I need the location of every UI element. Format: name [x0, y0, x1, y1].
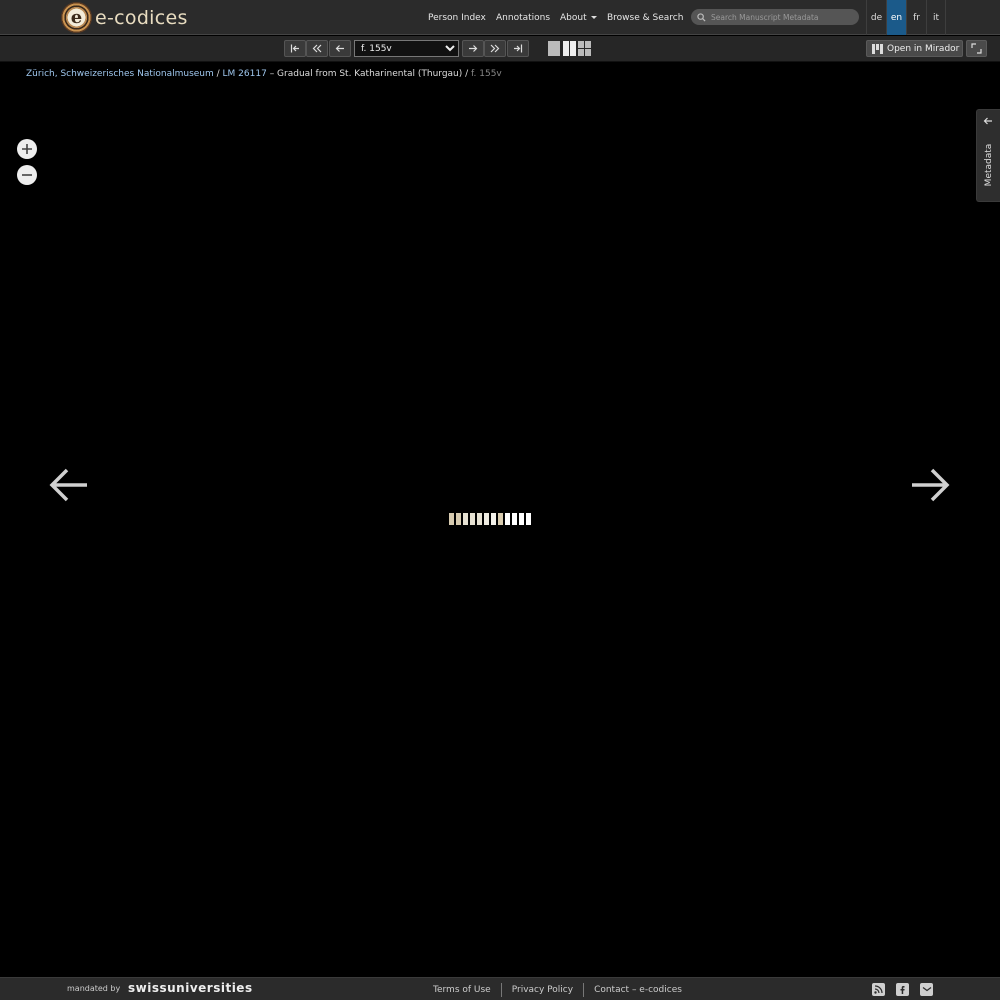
search-icon — [697, 12, 706, 22]
loader-block — [491, 513, 496, 525]
double-left-icon — [312, 44, 322, 53]
footer-links: Terms of Use Privacy Policy Contact – e-… — [433, 978, 682, 1000]
breadcrumb-library-link[interactable]: Zürich, Schweizerisches Nationalmuseum — [26, 69, 214, 79]
lang-en[interactable]: en — [886, 0, 906, 35]
logo-emblem-icon: e — [61, 2, 92, 33]
contact-link[interactable]: Contact – e-codices — [594, 985, 682, 995]
arrow-left-icon — [983, 117, 992, 125]
fullscreen-icon — [971, 43, 982, 54]
arrow-right-icon — [912, 468, 950, 502]
mail-icon[interactable] — [920, 983, 933, 996]
nav-about-dropdown[interactable]: About — [560, 0, 597, 35]
search-input[interactable] — [711, 12, 851, 22]
zoom-in-button[interactable] — [17, 139, 37, 159]
fullscreen-button[interactable] — [966, 40, 987, 57]
facebook-icon[interactable] — [896, 983, 909, 996]
privacy-policy-link[interactable]: Privacy Policy — [512, 985, 573, 995]
breadcrumb-shelfmark-link[interactable]: LM 26117 — [223, 69, 267, 79]
zoom-out-button[interactable] — [17, 165, 37, 185]
left-arrow-icon — [335, 45, 344, 52]
next-page-button[interactable] — [462, 40, 484, 57]
prev-chunk-button[interactable] — [306, 40, 328, 57]
prev-page-button[interactable] — [329, 40, 351, 57]
language-switcher: de en fr it — [866, 0, 946, 35]
breadcrumb-title: – Gradual from St. Katharinental (Thurga… — [266, 69, 472, 79]
loading-indicator — [449, 513, 531, 525]
loader-block — [526, 513, 531, 525]
lang-it[interactable]: it — [926, 0, 946, 35]
loader-block — [477, 513, 482, 525]
loader-block — [463, 513, 468, 525]
footer: mandated by swissuniversities Terms of U… — [0, 977, 1000, 1000]
swissuniversities-logo[interactable]: swissuniversities — [128, 981, 253, 995]
rss-icon[interactable] — [872, 983, 885, 996]
nav-annotations[interactable]: Annotations — [496, 0, 550, 35]
nav-browse-search[interactable]: Browse & Search — [607, 0, 683, 35]
next-chunk-button[interactable] — [484, 40, 506, 57]
double-page-view-icon — [563, 41, 569, 56]
logo-text: e-codices — [95, 6, 188, 29]
first-page-icon — [290, 44, 299, 53]
plus-icon — [22, 144, 32, 154]
loader-block — [512, 513, 517, 525]
loader-block — [498, 513, 503, 525]
double-right-icon — [490, 44, 500, 53]
loader-block — [505, 513, 510, 525]
loader-block — [470, 513, 475, 525]
metadata-panel-tab[interactable]: Metadata — [976, 109, 1000, 202]
lang-de[interactable]: de — [866, 0, 886, 35]
loader-block — [519, 513, 524, 525]
top-header: e e-codices Person Index Annotations Abo… — [0, 0, 1000, 35]
single-page-view-button[interactable] — [548, 41, 560, 56]
footer-social-icons — [872, 983, 933, 996]
next-page-arrow[interactable] — [908, 463, 952, 507]
terms-of-use-link[interactable]: Terms of Use — [433, 985, 491, 995]
metadata-label: Metadata — [984, 143, 994, 187]
loader-block — [449, 513, 454, 525]
mandated-by-text: mandated by — [67, 984, 121, 993]
first-page-button[interactable] — [284, 40, 306, 57]
loader-block — [484, 513, 489, 525]
last-page-button[interactable] — [507, 40, 529, 57]
caret-down-icon — [590, 16, 597, 19]
arrow-left-icon — [49, 468, 87, 502]
minus-icon — [22, 174, 32, 176]
loader-block — [456, 513, 461, 525]
nav-person-index[interactable]: Person Index — [428, 0, 486, 35]
previous-page-arrow[interactable] — [47, 463, 91, 507]
site-logo[interactable]: e e-codices — [61, 2, 188, 33]
grid-view-icon — [578, 41, 584, 48]
breadcrumb: Zürich, Schweizerisches Nationalmuseum /… — [26, 69, 502, 79]
open-in-mirador-button[interactable]: Open in Mirador — [866, 40, 963, 57]
breadcrumb-folio: f. 155v — [471, 69, 502, 79]
last-page-icon — [514, 44, 523, 53]
mirador-icon — [872, 43, 883, 54]
grid-view-button[interactable] — [578, 41, 592, 56]
right-arrow-icon — [469, 45, 478, 52]
single-page-view-icon — [548, 41, 560, 56]
search-box[interactable] — [691, 9, 859, 25]
double-page-view-button[interactable] — [563, 41, 576, 56]
viewer-toolbar: f. 155v Open in Mirador — [0, 36, 1000, 62]
lang-fr[interactable]: fr — [906, 0, 926, 35]
page-select[interactable]: f. 155v — [354, 40, 459, 57]
